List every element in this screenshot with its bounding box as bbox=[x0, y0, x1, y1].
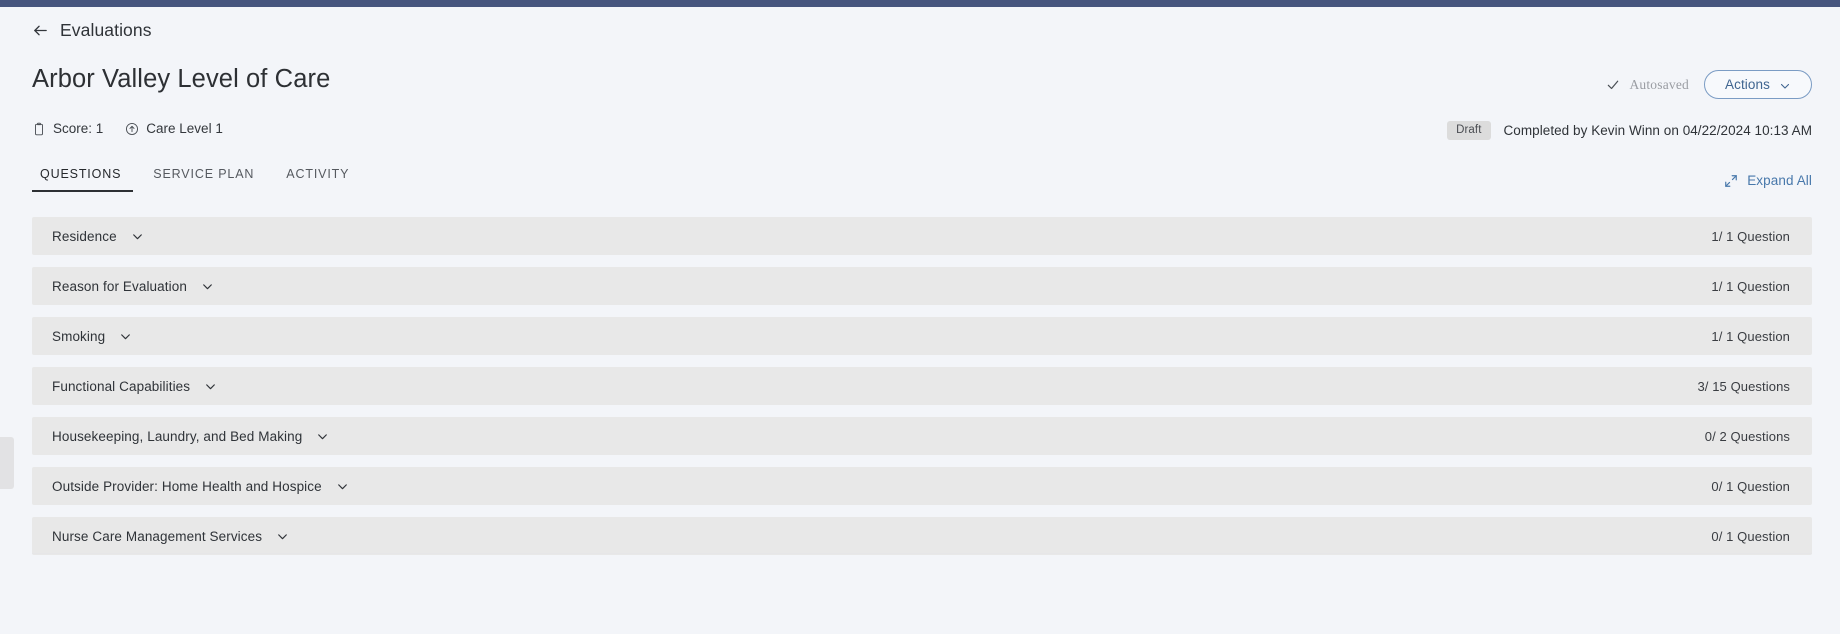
evaluation-meta-row: Score: 1 Care Level 1 bbox=[32, 121, 223, 136]
page-title: Arbor Valley Level of Care bbox=[32, 65, 331, 93]
expand-icon bbox=[1724, 174, 1738, 188]
score-label: Score: 1 bbox=[53, 121, 104, 136]
breadcrumb-back-to-evaluations[interactable]: Evaluations bbox=[32, 20, 152, 41]
chevron-down-icon[interactable] bbox=[131, 230, 144, 243]
chevron-down-icon[interactable] bbox=[119, 330, 132, 343]
section-title: Smoking bbox=[52, 328, 106, 344]
tab-activity-label: ACTIVITY bbox=[286, 167, 350, 181]
clipboard-icon bbox=[32, 122, 46, 136]
section-row-nurse-care-management-services[interactable]: Nurse Care Management Services 0/ 1 Ques… bbox=[32, 517, 1812, 555]
completed-by-text: Completed by Kevin Winn on 04/22/2024 10… bbox=[1503, 123, 1812, 138]
chevron-down-icon[interactable] bbox=[276, 530, 289, 543]
circle-arrow-up-icon bbox=[125, 122, 139, 136]
section-header-left: Smoking bbox=[52, 329, 132, 344]
left-drawer-handle[interactable] bbox=[0, 437, 14, 489]
section-title: Functional Capabilities bbox=[52, 378, 191, 394]
section-header-left: Outside Provider: Home Health and Hospic… bbox=[52, 479, 349, 494]
status-badge: Draft bbox=[1447, 121, 1491, 140]
chevron-down-icon[interactable] bbox=[336, 480, 349, 493]
arrow-left-icon bbox=[32, 22, 49, 39]
actions-button[interactable]: Actions bbox=[1704, 70, 1812, 99]
section-row-functional-capabilities[interactable]: Functional Capabilities 3/ 15 Questions bbox=[32, 367, 1812, 405]
tab-activity[interactable]: ACTIVITY bbox=[270, 167, 365, 192]
evaluation-page: Evaluations Arbor Valley Level of Care S… bbox=[0, 7, 1840, 634]
section-question-count: 1/ 1 Question bbox=[1711, 228, 1790, 244]
care-level-label: Care Level 1 bbox=[146, 121, 223, 136]
tab-questions[interactable]: QUESTIONS bbox=[32, 167, 137, 192]
autosave-indicator: Autosaved bbox=[1606, 77, 1689, 93]
section-row-housekeeping-laundry-bed-making[interactable]: Housekeeping, Laundry, and Bed Making 0/… bbox=[32, 417, 1812, 455]
app-top-bar bbox=[0, 0, 1840, 7]
section-row-smoking[interactable]: Smoking 1/ 1 Question bbox=[32, 317, 1812, 355]
section-question-count: 3/ 15 Questions bbox=[1697, 378, 1790, 394]
section-header-left: Functional Capabilities bbox=[52, 379, 217, 394]
section-row-residence[interactable]: Residence 1/ 1 Question bbox=[32, 217, 1812, 255]
section-question-count: 1/ 1 Question bbox=[1711, 328, 1790, 344]
breadcrumb-label: Evaluations bbox=[60, 20, 152, 40]
chevron-down-icon[interactable] bbox=[201, 280, 214, 293]
section-title: Residence bbox=[52, 228, 117, 244]
check-icon bbox=[1606, 78, 1620, 92]
question-sections-list: Residence 1/ 1 Question Reason for Evalu… bbox=[32, 217, 1812, 567]
status-row: Draft Completed by Kevin Winn on 04/22/2… bbox=[1447, 121, 1812, 140]
expand-all-label: Expand All bbox=[1747, 173, 1812, 188]
care-level-meta: Care Level 1 bbox=[125, 121, 223, 136]
tab-bar: QUESTIONS SERVICE PLAN ACTIVITY bbox=[32, 167, 365, 192]
section-header-left: Housekeeping, Laundry, and Bed Making bbox=[52, 429, 329, 444]
section-header-left: Residence bbox=[52, 229, 144, 244]
section-title: Housekeeping, Laundry, and Bed Making bbox=[52, 428, 303, 444]
content-bottom-divider bbox=[32, 553, 1812, 554]
section-question-count: 0/ 2 Questions bbox=[1704, 428, 1790, 444]
actions-button-label: Actions bbox=[1725, 77, 1770, 92]
section-header-left: Nurse Care Management Services bbox=[52, 529, 289, 544]
autosave-label: Autosaved bbox=[1629, 77, 1689, 92]
tab-service-plan-label: SERVICE PLAN bbox=[153, 167, 255, 181]
tab-service-plan[interactable]: SERVICE PLAN bbox=[137, 167, 270, 192]
chevron-down-icon[interactable] bbox=[316, 430, 329, 443]
section-title: Reason for Evaluation bbox=[52, 278, 187, 294]
section-question-count: 1/ 1 Question bbox=[1711, 278, 1790, 294]
section-header-left: Reason for Evaluation bbox=[52, 279, 214, 294]
section-title: Nurse Care Management Services bbox=[52, 528, 263, 544]
section-title: Outside Provider: Home Health and Hospic… bbox=[52, 478, 322, 494]
score-meta: Score: 1 bbox=[32, 121, 103, 136]
section-question-count: 0/ 1 Question bbox=[1711, 478, 1790, 494]
section-question-count: 0/ 1 Question bbox=[1711, 528, 1790, 544]
chevron-down-icon bbox=[1779, 79, 1791, 91]
section-row-outside-provider-home-health-hospice[interactable]: Outside Provider: Home Health and Hospic… bbox=[32, 467, 1812, 505]
tab-questions-label: QUESTIONS bbox=[40, 167, 122, 181]
expand-all-button[interactable]: Expand All bbox=[1724, 173, 1812, 188]
section-row-reason-for-evaluation[interactable]: Reason for Evaluation 1/ 1 Question bbox=[32, 267, 1812, 305]
chevron-down-icon[interactable] bbox=[204, 380, 217, 393]
